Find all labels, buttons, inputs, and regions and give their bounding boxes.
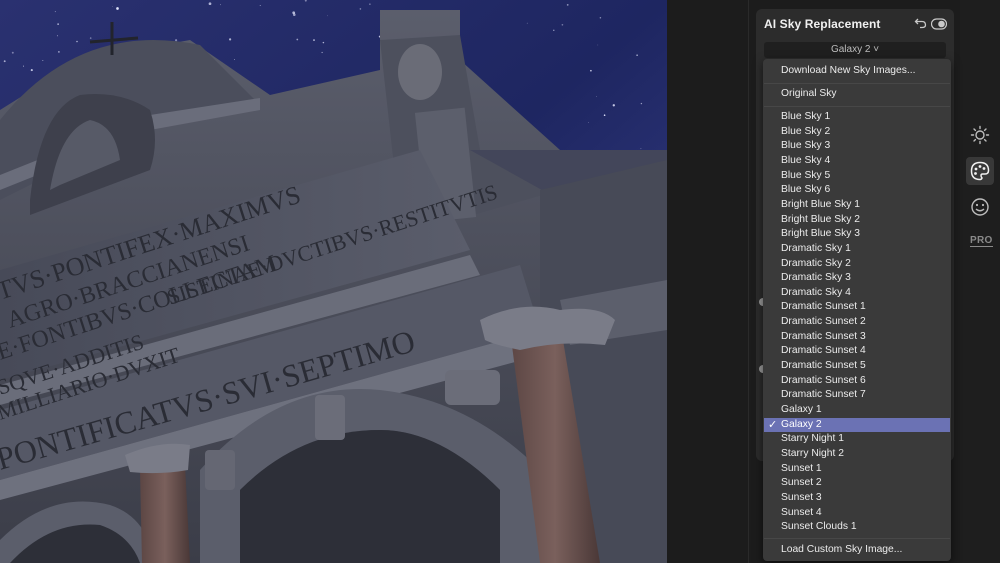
face-icon [971,198,989,216]
sky-option-label: Sunset Clouds 1 [781,521,857,533]
sky-option-label: Galaxy 2 [781,418,822,430]
photo-canvas[interactable]: TVS·PONTIFEX·MAXIMVS AGRO·BRACCIANENSI E… [0,0,667,563]
sky-option-label: Blue Sky 1 [781,111,831,122]
checkmark-icon: ✓ [768,418,778,431]
sky-option-label: Sunset 1 [781,462,822,474]
sky-option-dramatic-sunset-5[interactable]: Dramatic Sunset 5 [764,359,950,374]
sky-option-dramatic-sunset-7[interactable]: Dramatic Sunset 7 [764,388,950,403]
sky-option-sunset-clouds-1[interactable]: Sunset Clouds 1 [764,520,950,535]
sky-option-dramatic-sky-1[interactable]: Dramatic Sky 1 [764,242,950,257]
sky-option-label: Blue Sky 6 [781,184,831,196]
sky-option-label: Dramatic Sunset 5 [781,360,866,372]
sky-option-blue-sky-3[interactable]: Blue Sky 3 [764,139,950,154]
sky-option-label: Dramatic Sunset 3 [781,330,866,342]
sky-option-dramatic-sunset-6[interactable]: Dramatic Sunset 6 [764,374,950,389]
sky-option-dramatic-sunset-3[interactable]: Dramatic Sunset 3 [764,330,950,345]
sky-option-blue-sky-6[interactable]: Blue Sky 6 [764,183,950,198]
panel-title: AI Sky Replacement [764,17,881,31]
sky-option-bright-blue-sky-2[interactable]: Bright Blue Sky 2 [764,213,950,228]
sky-option-blue-sky-1[interactable]: Blue Sky 1 [764,110,950,125]
sky-option-label: Bright Blue Sky 2 [781,213,860,225]
sky-option-label: Dramatic Sunset 2 [781,316,866,328]
sky-option-label: Blue Sky 3 [781,140,831,152]
sky-option-label: Dramatic Sunset 7 [781,389,866,401]
sky-option-sunset-3[interactable]: Sunset 3 [764,491,950,506]
sky-option-dramatic-sunset-1[interactable]: Dramatic Sunset 1 [764,300,950,315]
creative-tool-button[interactable] [966,157,994,185]
download-sky-images-item[interactable]: Download New Sky Images... [764,64,950,79]
panel-toggle[interactable] [930,17,948,30]
sky-option-label: Bright Blue Sky 3 [781,228,860,240]
sky-option-bright-blue-sky-3[interactable]: Bright Blue Sky 3 [764,227,950,242]
sky-option-label: Sunset 3 [781,491,822,503]
sky-select[interactable]: Galaxy 2 ˅ [764,42,946,58]
sky-option-dramatic-sky-3[interactable]: Dramatic Sky 3 [764,271,950,286]
menu-separator [764,538,950,539]
load-custom-sky-item[interactable]: Load Custom Sky Image... [764,543,950,558]
sky-option-label: Dramatic Sunset 4 [781,345,866,357]
sky-option-dramatic-sky-4[interactable]: Dramatic Sky 4 [764,286,950,301]
sky-option-dramatic-sky-2[interactable]: Dramatic Sky 2 [764,257,950,272]
sky-option-label: Sunset 2 [781,477,822,489]
portrait-tool-button[interactable] [966,193,994,221]
sky-option-label: Dramatic Sky 1 [781,242,851,254]
sky-option-label: Blue Sky 5 [781,169,831,181]
sky-option-dramatic-sunset-4[interactable]: Dramatic Sunset 4 [764,344,950,359]
sky-option-blue-sky-4[interactable]: Blue Sky 4 [764,154,950,169]
sky-option-label: Dramatic Sunset 1 [781,301,866,313]
sky-option-blue-sky-5[interactable]: Blue Sky 5 [764,169,950,184]
sun-icon [970,125,990,145]
original-sky-item[interactable]: Original Sky [764,87,950,102]
sky-option-label: Galaxy 1 [781,404,822,415]
sky-option-label: Dramatic Sunset 6 [781,374,866,386]
sky-option-sunset-1[interactable]: Sunset 1 [764,462,950,477]
menu-separator [764,83,950,84]
tool-rail [960,0,1000,563]
sky-option-label: Starry Night 1 [781,433,844,445]
sky-dropdown-menu: Download New Sky Images... Original Sky … [763,59,951,561]
sky-option-label: Bright Blue Sky 1 [781,198,860,210]
light-tool-button[interactable] [966,121,994,149]
sky-option-sunset-4[interactable]: Sunset 4 [764,506,950,521]
sky-option-label: Dramatic Sky 4 [781,286,851,298]
undo-icon[interactable] [914,16,928,30]
sky-option-label: Blue Sky 4 [781,154,831,166]
sky-option-starry-night-2[interactable]: Starry Night 2 [764,447,950,462]
sky-option-dramatic-sunset-2[interactable]: Dramatic Sunset 2 [764,315,950,330]
photo-image: TVS·PONTIFEX·MAXIMVS AGRO·BRACCIANENSI E… [0,0,667,563]
sky-option-galaxy-2[interactable]: ✓ Galaxy 2 [764,417,950,433]
sky-option-label: Dramatic Sky 2 [781,257,851,269]
pro-tool-button[interactable]: PRO [970,235,993,247]
menu-separator [764,106,950,107]
sky-option-label: Starry Night 2 [781,447,844,459]
palette-icon [970,161,990,181]
sky-option-bright-blue-sky-1[interactable]: Bright Blue Sky 1 [764,198,950,213]
panel-divider [748,0,749,563]
sky-option-galaxy-1[interactable]: Galaxy 1 [764,403,950,418]
sky-option-label: Blue Sky 2 [781,125,831,137]
sky-option-label: Sunset 4 [781,506,822,518]
sky-option-blue-sky-2[interactable]: Blue Sky 2 [764,125,950,140]
sky-option-starry-night-1[interactable]: Starry Night 1 [764,432,950,447]
sky-option-sunset-2[interactable]: Sunset 2 [764,476,950,491]
sky-option-label: Dramatic Sky 3 [781,272,851,284]
